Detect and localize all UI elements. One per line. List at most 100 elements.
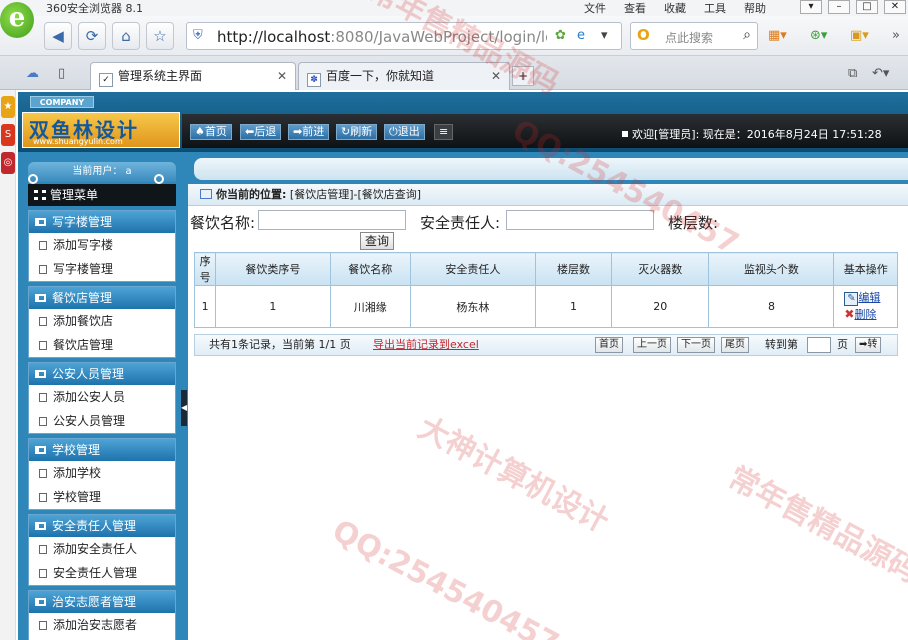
home-icon[interactable]: ⌂ <box>112 22 140 50</box>
folder-icon <box>35 446 46 454</box>
tab-label: 管理系统主界面 <box>118 69 203 83</box>
group-title: 治安志愿者管理 <box>52 595 137 609</box>
sidebar-group-head[interactable]: 安全责任人管理 <box>29 515 175 537</box>
sidebar-item-add-safety-person[interactable]: 添加安全责任人 <box>29 537 175 561</box>
sidebar-group-head[interactable]: 公安人员管理 <box>29 363 175 385</box>
menu-tools[interactable]: 工具 <box>704 0 726 16</box>
tab-baidu[interactable]: ✽ 百度一下，你就知道 ✕ <box>298 62 510 90</box>
sidebar-group-head[interactable]: 学校管理 <box>29 439 175 461</box>
sidebar-item-manage-police[interactable]: 公安人员管理 <box>29 409 175 433</box>
forward-button[interactable]: ➡前进 <box>288 124 330 140</box>
search-engine-icon[interactable]: O <box>637 26 650 44</box>
first-page-button[interactable]: 首页 <box>595 337 623 353</box>
goto-page-input[interactable] <box>807 337 831 353</box>
delete-icon[interactable]: ✖ <box>844 307 854 321</box>
sidebar-item-manage-safety-person[interactable]: 安全责任人管理 <box>29 561 175 585</box>
logout-button[interactable]: ⏻退出 <box>384 124 425 140</box>
last-page-button[interactable]: 尾页 <box>721 337 749 353</box>
address-dropdown-icon[interactable]: ▾ <box>601 28 608 43</box>
arrow-left-icon: ⬅ <box>245 125 255 138</box>
edit-icon[interactable]: ✎ <box>844 292 859 306</box>
edit-link[interactable]: 编辑 <box>858 291 880 304</box>
sidebar-item-manage-restaurant[interactable]: 餐饮店管理 <box>29 333 175 357</box>
menu-file[interactable]: 文件 <box>584 0 606 16</box>
group-title: 安全责任人管理 <box>52 519 137 533</box>
sidebar-item-manage-school[interactable]: 学校管理 <box>29 485 175 509</box>
delete-link[interactable]: 删除 <box>854 308 876 321</box>
menu-toggle-icon[interactable]: ≡ <box>434 124 454 140</box>
close-icon[interactable]: ✕ <box>277 63 287 89</box>
sidebar-group-office: 写字楼管理 添加写字楼 写字楼管理 <box>28 210 176 282</box>
refresh-icon[interactable]: ⟳ <box>78 22 106 50</box>
url-path: :8080/JavaWebProject/login/log <box>330 28 547 46</box>
favorites-star-icon[interactable]: ★ <box>1 96 15 118</box>
search-form: 餐饮名称: 安全责任人: 楼层数: 查询 <box>188 208 908 252</box>
apps-grid-icon[interactable]: ▦▾ <box>768 28 787 43</box>
menu-view[interactable]: 查看 <box>624 0 646 16</box>
sidebar-splitter[interactable]: ◀ <box>180 184 188 640</box>
go-button[interactable]: ➡转 <box>855 337 882 353</box>
collapse-arrow-icon[interactable]: ◀ <box>181 390 187 426</box>
sidebar-group-school: 学校管理 添加学校 学校管理 <box>28 438 176 510</box>
window-controls: ▾ – □ ✕ <box>800 0 906 14</box>
safety-person-input[interactable] <box>506 210 654 230</box>
window-maximize-button[interactable]: □ <box>856 0 878 14</box>
prev-page-button[interactable]: 上一页 <box>633 337 671 353</box>
menu-favorites[interactable]: 收藏 <box>664 0 686 16</box>
query-button[interactable]: 查询 <box>360 232 395 250</box>
item-label: 添加治安志愿者 <box>53 618 138 632</box>
new-tab-button[interactable]: + <box>512 66 534 86</box>
ie-mode-icon[interactable]: e <box>577 28 585 43</box>
col-header-cameras: 监视头个数 <box>708 252 835 286</box>
sidebar-item-add-office[interactable]: 添加写字楼 <box>29 233 175 257</box>
sidebar-item-add-restaurant[interactable]: 添加餐饮店 <box>29 309 175 333</box>
col-header-index: 序号 <box>193 252 217 286</box>
sidebar-item-add-police[interactable]: 添加公安人员 <box>29 385 175 409</box>
back-button[interactable]: ⬅后退 <box>240 124 282 140</box>
sidebar-item-add-school[interactable]: 添加学校 <box>29 461 175 485</box>
restaurant-name-input[interactable] <box>258 210 406 230</box>
sidebar-group-head[interactable]: 治安志愿者管理 <box>29 591 175 613</box>
folder-icon <box>35 218 46 226</box>
sidebar-item-add-volunteer[interactable]: 添加治安志愿者 <box>29 613 175 637</box>
breadcrumb: 你当前的位置: [餐饮店管理]-[餐饮店查询] <box>188 184 908 206</box>
next-page-button[interactable]: 下一页 <box>677 337 715 353</box>
speed-mode-icon[interactable]: ✿ <box>555 28 566 43</box>
forward-label: 前进 <box>302 125 325 138</box>
browser-tab-bar: ☁ ▯ ✓ 管理系统主界面 ✕ ✽ 百度一下，你就知道 ✕ + ⧉ ↶▾ <box>0 56 908 90</box>
sidebar-group-police: 公安人员管理 添加公安人员 公安人员管理 <box>28 362 176 434</box>
extensions-icon[interactable]: ▣▾ <box>850 28 869 43</box>
window-pin-button[interactable]: ▾ <box>800 0 822 14</box>
address-url[interactable]: http://localhost:8080/JavaWebProject/log… <box>217 28 547 46</box>
window-minimize-button[interactable]: – <box>828 0 850 14</box>
close-icon[interactable]: ✕ <box>491 63 501 89</box>
tab-admin-main[interactable]: ✓ 管理系统主界面 ✕ <box>90 62 296 90</box>
document-icon[interactable]: ▯ <box>58 66 65 81</box>
pagination-bar: 共有1条记录，当前第 1/1 页 导出当前记录到excel 首页 上一页 下一页… <box>194 334 898 356</box>
back-icon[interactable]: ◀ <box>44 22 72 50</box>
search-box[interactable]: O 点此搜索 ⌕ <box>630 22 758 50</box>
group-title: 学校管理 <box>52 443 101 457</box>
weibo-icon[interactable]: S <box>1 124 15 146</box>
refresh-button[interactable]: ↻刷新 <box>336 124 378 140</box>
sidebar-group-head[interactable]: 餐饮店管理 <box>29 287 175 309</box>
more-tools-icon[interactable]: » <box>892 28 900 43</box>
search-icon[interactable]: ⌕ <box>743 27 751 43</box>
security-guard-icon[interactable]: ⊛▾ <box>810 28 827 43</box>
back-label: 后退 <box>254 125 277 138</box>
home-button[interactable]: ♠首页 <box>190 124 232 140</box>
address-bar[interactable]: ⛨ http://localhost:8080/JavaWebProject/l… <box>186 22 622 50</box>
col-header-person: 安全责任人 <box>409 252 536 286</box>
sidebar-item-manage-office[interactable]: 写字楼管理 <box>29 257 175 281</box>
shopping-icon[interactable]: ◎ <box>1 152 15 174</box>
page-favicon-icon: ✓ <box>99 73 113 87</box>
cell-type-no: 1 <box>215 285 331 328</box>
export-excel-link[interactable]: 导出当前记录到excel <box>373 335 479 355</box>
window-close-button[interactable]: ✕ <box>884 0 906 14</box>
menu-help[interactable]: 帮助 <box>744 0 766 16</box>
tab-list-icon[interactable]: ⧉ <box>848 66 857 81</box>
undo-close-icon[interactable]: ↶▾ <box>872 66 889 81</box>
sidebar-group-head[interactable]: 写字楼管理 <box>29 211 175 233</box>
cloud-icon[interactable]: ☁ <box>26 66 39 81</box>
favorite-star-icon[interactable]: ☆ <box>146 22 174 50</box>
